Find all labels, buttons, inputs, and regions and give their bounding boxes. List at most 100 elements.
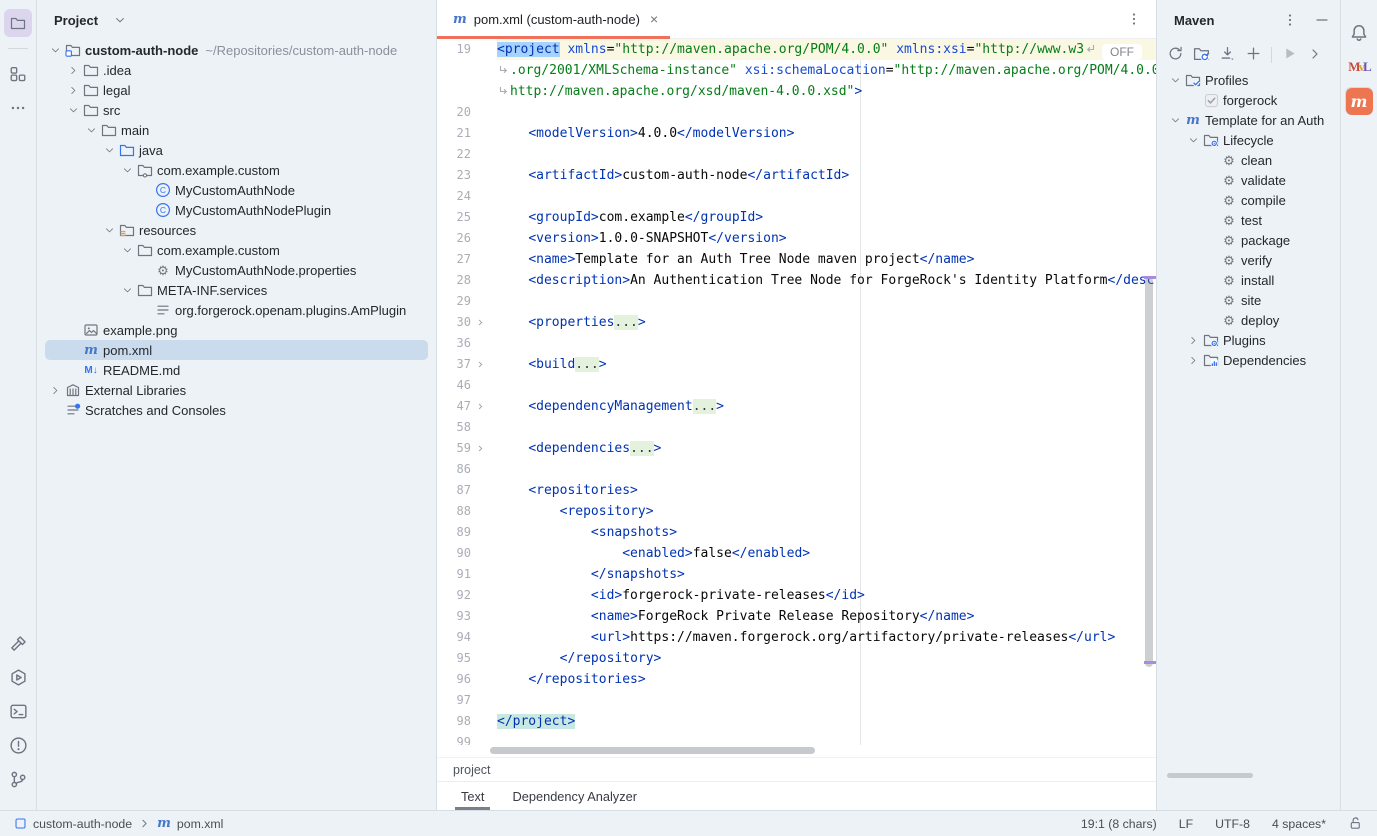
gutter[interactable]: 86 [437, 459, 497, 480]
editor-viewport[interactable]: OFF 19<project xmlns="http://maven.apach… [437, 39, 1156, 745]
status-file-widget[interactable]: pom.xml [177, 817, 223, 831]
gutter[interactable]: 87 [437, 480, 497, 501]
maven-item-plugins[interactable]: Plugins [1165, 330, 1332, 350]
code-line[interactable]: 98</project> [437, 711, 1156, 732]
code-line[interactable]: 20 [437, 102, 1156, 123]
code-line[interactable]: 89 <snapshots> [437, 522, 1156, 543]
maven-panel-header[interactable]: Maven [1157, 0, 1340, 40]
gutter[interactable]: 94 [437, 627, 497, 648]
tab-options-icon[interactable] [1126, 11, 1142, 27]
gutter[interactable]: 97 [437, 690, 497, 711]
gutter[interactable]: 89 [437, 522, 497, 543]
code-text[interactable] [497, 333, 1156, 354]
gutter[interactable]: 59 [437, 438, 497, 459]
status-line-separator[interactable]: LF [1179, 817, 1193, 831]
code-text[interactable]: <name>Template for an Auth Tree Node mav… [497, 249, 1156, 270]
maven-goal-compile[interactable]: ⚙compile [1165, 190, 1332, 210]
gutter[interactable]: 88 [437, 501, 497, 522]
status-indent[interactable]: 4 spaces* [1272, 817, 1326, 831]
breadcrumb-tag[interactable]: project [453, 763, 491, 777]
gutter[interactable]: 21 [437, 123, 497, 144]
reload-maven-button[interactable] [1167, 45, 1184, 65]
highlighting-level-badge[interactable]: OFF [1102, 44, 1142, 60]
tree-item-package-java[interactable]: com.example.custom [45, 160, 428, 180]
gutter[interactable] [437, 81, 497, 102]
tree-item-root[interactable]: custom-auth-node~/Repositories/custom-au… [45, 40, 428, 60]
close-icon[interactable]: × [650, 11, 658, 27]
vertical-scrollbar[interactable] [1145, 277, 1153, 667]
tree-item-meta-inf[interactable]: META-INF.services [45, 280, 428, 300]
maven-item-profile-forgerock[interactable]: forgerock [1165, 90, 1332, 110]
fold-chevron-icon[interactable] [471, 360, 489, 369]
gutter[interactable]: 93 [437, 606, 497, 627]
code-text[interactable]: </repositories> [497, 669, 1156, 690]
maven-tool-window-button[interactable]: m [1345, 87, 1373, 115]
build-tool-button[interactable] [4, 629, 32, 657]
gutter[interactable]: 37 [437, 354, 497, 375]
fold-chevron-icon[interactable] [471, 318, 489, 327]
code-text[interactable] [497, 186, 1156, 207]
status-caret-position[interactable]: 19:1 (8 chars) [1081, 817, 1157, 831]
gutter[interactable]: 91 [437, 564, 497, 585]
maven-goal-test[interactable]: ⚙test [1165, 210, 1332, 230]
code-line[interactable]: .org/2001/XMLSchema-instance" xsi:schema… [437, 60, 1156, 81]
code-line[interactable]: 87 <repositories> [437, 480, 1156, 501]
project-chip-widget[interactable] [14, 817, 27, 830]
code-text[interactable]: <artifactId>custom-auth-node</artifactId… [497, 165, 1156, 186]
code-line[interactable]: 86 [437, 459, 1156, 480]
code-line[interactable]: 19<project xmlns="http://maven.apache.or… [437, 39, 1156, 60]
add-maven-project-button[interactable] [1245, 45, 1262, 65]
code-line[interactable]: 97 [437, 690, 1156, 711]
gutter[interactable]: 20 [437, 102, 497, 123]
gutter[interactable]: 90 [437, 543, 497, 564]
code-text[interactable]: <properties...> [497, 312, 1156, 333]
code-text[interactable]: </snapshots> [497, 564, 1156, 585]
gutter[interactable]: 99 [437, 732, 497, 745]
download-sources-button[interactable] [1219, 45, 1236, 65]
editor-tab-pom-xml[interactable]: m pom.xml (custom-auth-node) × [437, 0, 670, 38]
maven-goal-deploy[interactable]: ⚙deploy [1165, 310, 1332, 330]
chevron-down-icon[interactable] [119, 285, 135, 296]
chevron-right-icon[interactable] [65, 85, 81, 96]
code-text[interactable]: <version>1.0.0-SNAPSHOT</version> [497, 228, 1156, 249]
code-line[interactable]: 46 [437, 375, 1156, 396]
gutter[interactable] [437, 60, 497, 81]
code-text[interactable]: <modelVersion>4.0.0</modelVersion> [497, 123, 1156, 144]
tree-item-example-png[interactable]: example.png [45, 320, 428, 340]
breadcrumb[interactable]: project [437, 757, 1156, 781]
chevron-down-icon[interactable] [119, 245, 135, 256]
status-encoding[interactable]: UTF-8 [1215, 817, 1250, 831]
fold-chevron-icon[interactable] [471, 402, 489, 411]
code-text[interactable]: <repositories> [497, 480, 1156, 501]
status-readonly-toggle[interactable] [1348, 816, 1363, 831]
chevron-right-icon[interactable] [47, 385, 63, 396]
maven-helper-button[interactable]: MvL [1345, 53, 1373, 81]
code-line[interactable]: 47 <dependencyManagement...> [437, 396, 1156, 417]
gutter[interactable]: 92 [437, 585, 497, 606]
code-line[interactable]: 28 <description>An Authentication Tree N… [437, 270, 1156, 291]
code-text[interactable] [497, 102, 1156, 123]
chevron-right-icon[interactable] [1185, 355, 1201, 366]
chevron-down-icon[interactable] [47, 45, 63, 56]
chevron-down-icon[interactable] [65, 105, 81, 116]
code-text[interactable]: <dependencies...> [497, 438, 1156, 459]
chevron-down-icon[interactable] [101, 145, 117, 156]
tree-item-idea[interactable]: .idea [45, 60, 428, 80]
code-text[interactable]: </project> [497, 711, 1156, 732]
execute-goal-button[interactable] [1307, 46, 1323, 65]
tree-item-scratches[interactable]: Scratches and Consoles [45, 400, 428, 420]
chevron-right-icon[interactable] [65, 65, 81, 76]
code-text[interactable]: <name>ForgeRock Private Release Reposito… [497, 606, 1156, 627]
tree-item-legal[interactable]: legal [45, 80, 428, 100]
maven-file-widget[interactable]: m [157, 816, 171, 831]
code-editor[interactable]: 19<project xmlns="http://maven.apache.or… [437, 39, 1156, 745]
tree-item-class-node[interactable]: CMyCustomAuthNode [45, 180, 428, 200]
gutter[interactable]: 26 [437, 228, 497, 249]
chevron-down-icon[interactable] [1185, 135, 1201, 146]
code-line[interactable]: 88 <repository> [437, 501, 1156, 522]
more-tool-windows-button[interactable] [4, 94, 32, 122]
maven-goal-install[interactable]: ⚙install [1165, 270, 1332, 290]
code-line[interactable]: 24 [437, 186, 1156, 207]
tree-item-amplugin-file[interactable]: org.forgerock.openam.plugins.AmPlugin [45, 300, 428, 320]
structure-tool-button[interactable] [4, 60, 32, 88]
